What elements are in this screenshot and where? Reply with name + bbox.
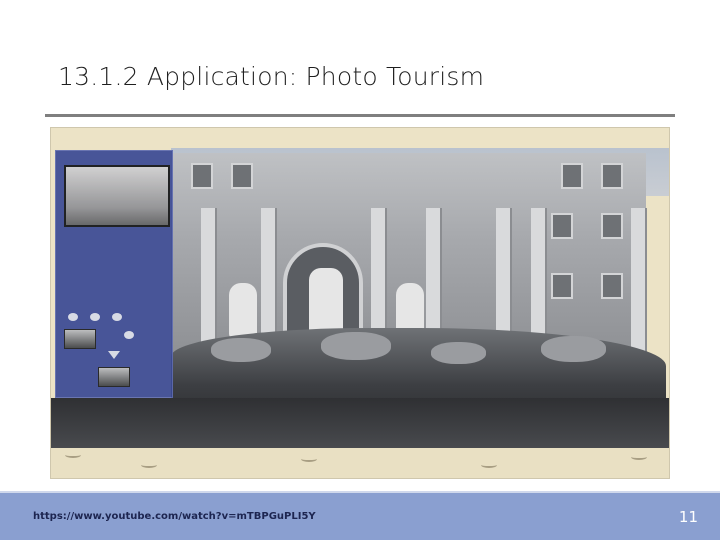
sketch-mark bbox=[65, 452, 81, 458]
facade-window bbox=[231, 163, 253, 189]
facade-window bbox=[601, 273, 623, 299]
nav-dot bbox=[68, 313, 78, 321]
facade-window bbox=[551, 273, 573, 299]
facade-window bbox=[601, 163, 623, 189]
mini-thumbnail bbox=[64, 329, 96, 349]
facade-window bbox=[601, 213, 623, 239]
statue bbox=[229, 283, 257, 338]
nav-dot bbox=[112, 313, 122, 321]
chevron-down-icon bbox=[108, 351, 120, 359]
panel-text-line bbox=[66, 263, 166, 271]
ground bbox=[51, 448, 669, 478]
footer-divider bbox=[0, 491, 720, 493]
sketch-mark bbox=[301, 456, 317, 462]
panel-info-text bbox=[66, 247, 166, 271]
rock bbox=[211, 338, 271, 362]
slide: 13.1.2 Application: Photo Tourism https:… bbox=[0, 0, 720, 540]
viewer-side-panel bbox=[55, 150, 173, 398]
rock bbox=[431, 342, 486, 364]
panel-text-line bbox=[66, 255, 166, 263]
rock bbox=[541, 336, 606, 362]
facade-window bbox=[561, 163, 583, 189]
title-divider bbox=[45, 114, 675, 117]
nav-dot bbox=[124, 331, 134, 339]
panel-thumbnail bbox=[64, 165, 170, 227]
page-number: 11 bbox=[678, 508, 698, 526]
youtube-link[interactable]: https://www.youtube.com/watch?v=mTBPGuPL… bbox=[33, 511, 316, 522]
slide-title: 13.1.2 Application: Photo Tourism bbox=[58, 62, 485, 91]
facade-window bbox=[191, 163, 213, 189]
sketch-mark bbox=[481, 462, 497, 468]
rock bbox=[321, 332, 391, 360]
mini-thumbnail bbox=[98, 367, 130, 387]
photo-tourism-screenshot bbox=[50, 127, 670, 479]
sketch-mark bbox=[141, 462, 157, 468]
facade-window bbox=[551, 213, 573, 239]
panel-text-line bbox=[66, 247, 166, 255]
sketch-mark bbox=[631, 454, 647, 460]
nav-dot bbox=[90, 313, 100, 321]
